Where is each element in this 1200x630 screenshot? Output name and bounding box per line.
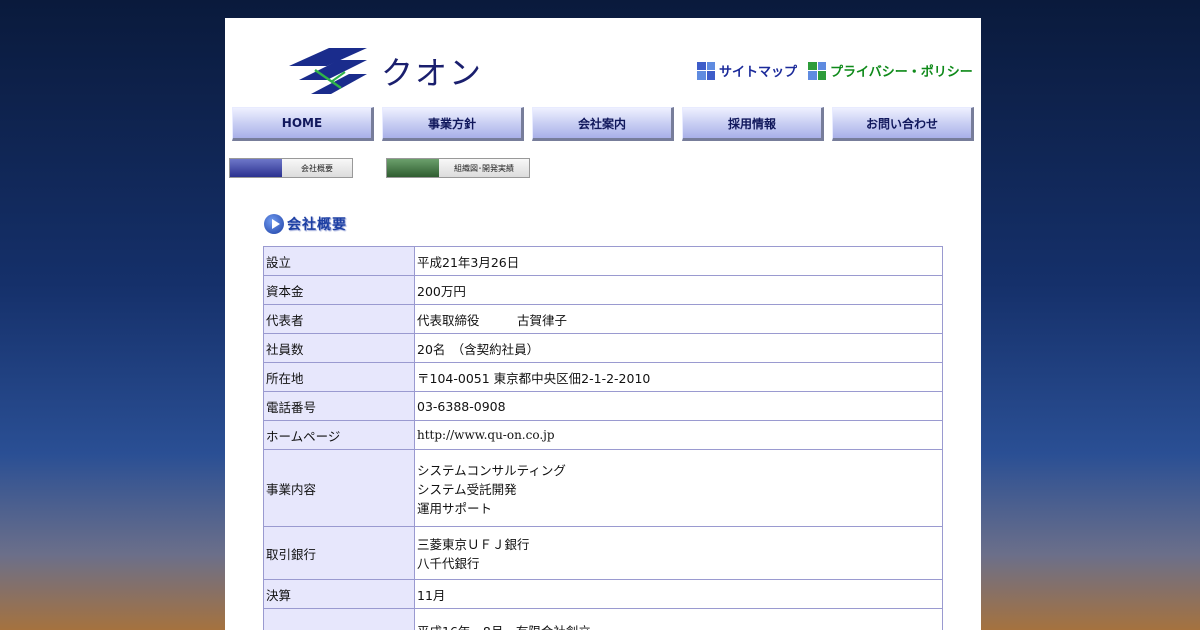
main-nav: HOME 事業方針 会社案内 採用情報 お問い合わせ (232, 107, 974, 141)
nav-contact-button[interactable]: お問い合わせ (832, 107, 974, 141)
row-value: 平成16年 8月 有限会社創立 (414, 608, 943, 630)
table-row: 資本金 200万円 (263, 275, 943, 305)
row-value: 200万円 (414, 275, 943, 305)
row-key: 取引銀行 (263, 526, 415, 580)
table-row: 電話番号 03-6388-0908 (263, 391, 943, 421)
row-value: システムコンサルティング システム受託開発 運用サポート (414, 449, 943, 527)
row-key (263, 608, 415, 630)
row-key: 代表者 (263, 304, 415, 334)
subnav-org-chart[interactable]: 組織図･開発実績 (386, 158, 530, 178)
nav-home-button[interactable]: HOME (232, 107, 374, 141)
table-row: 社員数 20名 （含契約社員） (263, 333, 943, 363)
row-key: 社員数 (263, 333, 415, 363)
sitemap-icon (697, 61, 715, 80)
page-container: クオン サイトマップ プライバシー・ポリシー HOME 事業方針 会社案内 採用… (225, 18, 981, 630)
row-value: 03-6388-0908 (414, 391, 943, 421)
company-info-table: 設立 平成21年3月26日 資本金 200万円 代表者 代表取締役 古賀律子 社… (263, 246, 943, 630)
privacy-label: プライバシー・ポリシー (830, 65, 973, 80)
row-key: 事業内容 (263, 449, 415, 527)
bank-line: 三菱東京ＵＦＪ銀行 (417, 537, 530, 552)
table-row: 事業内容 システムコンサルティング システム受託開発 運用サポート (263, 449, 943, 527)
row-key: 設立 (263, 246, 415, 276)
row-value: 平成21年3月26日 (414, 246, 943, 276)
quon-logo-icon (289, 48, 367, 94)
row-value: 20名 （含契約社員） (414, 333, 943, 363)
row-value: 三菱東京ＵＦＪ銀行 八千代銀行 (414, 526, 943, 580)
row-key: 電話番号 (263, 391, 415, 421)
section-heading: 会社概要 (264, 214, 347, 234)
business-line: 運用サポート (417, 500, 493, 516)
bank-line: 八千代銀行 (417, 556, 480, 571)
nav-business-policy-button[interactable]: 事業方針 (382, 107, 524, 141)
business-line: システム受託開発 (417, 481, 517, 497)
table-row: 所在地 〒104-0051 東京都中央区佃2-1-2-2010 (263, 362, 943, 392)
brand-name: クオン (381, 54, 484, 92)
row-value: 代表取締役 古賀律子 (414, 304, 943, 334)
row-key: 決算 (263, 579, 415, 609)
table-row: 平成16年 8月 有限会社創立 (263, 608, 943, 630)
sitemap-label: サイトマップ (719, 65, 798, 80)
row-value: 〒104-0051 東京都中央区佃2-1-2-2010 (414, 362, 943, 392)
play-arrow-icon (264, 214, 284, 234)
table-row: 取引銀行 三菱東京ＵＦＪ銀行 八千代銀行 (263, 526, 943, 580)
subnav-label: 組織図･開発実績 (439, 159, 529, 177)
privacy-icon (808, 61, 826, 80)
subnav-company-overview[interactable]: 会社概要 (229, 158, 353, 178)
row-value: 11月 (414, 579, 943, 609)
section-title: 会社概要 (287, 217, 347, 233)
nav-recruit-button[interactable]: 採用情報 (682, 107, 824, 141)
row-key: 所在地 (263, 362, 415, 392)
homepage-link[interactable]: http://www.qu-on.co.jp (414, 420, 943, 450)
privacy-policy-link[interactable]: プライバシー・ポリシー (808, 61, 973, 80)
table-row: 設立 平成21年3月26日 (263, 246, 943, 276)
nav-company-button[interactable]: 会社案内 (532, 107, 674, 141)
table-row: ホームページ http://www.qu-on.co.jp (263, 420, 943, 450)
table-row: 代表者 代表取締役 古賀律子 (263, 304, 943, 334)
subnav-label: 会社概要 (282, 159, 352, 177)
table-row: 決算 11月 (263, 579, 943, 609)
row-key: 資本金 (263, 275, 415, 305)
sitemap-link[interactable]: サイトマップ (697, 61, 797, 80)
business-line: システムコンサルティング (417, 462, 566, 478)
row-key: ホームページ (263, 420, 415, 450)
